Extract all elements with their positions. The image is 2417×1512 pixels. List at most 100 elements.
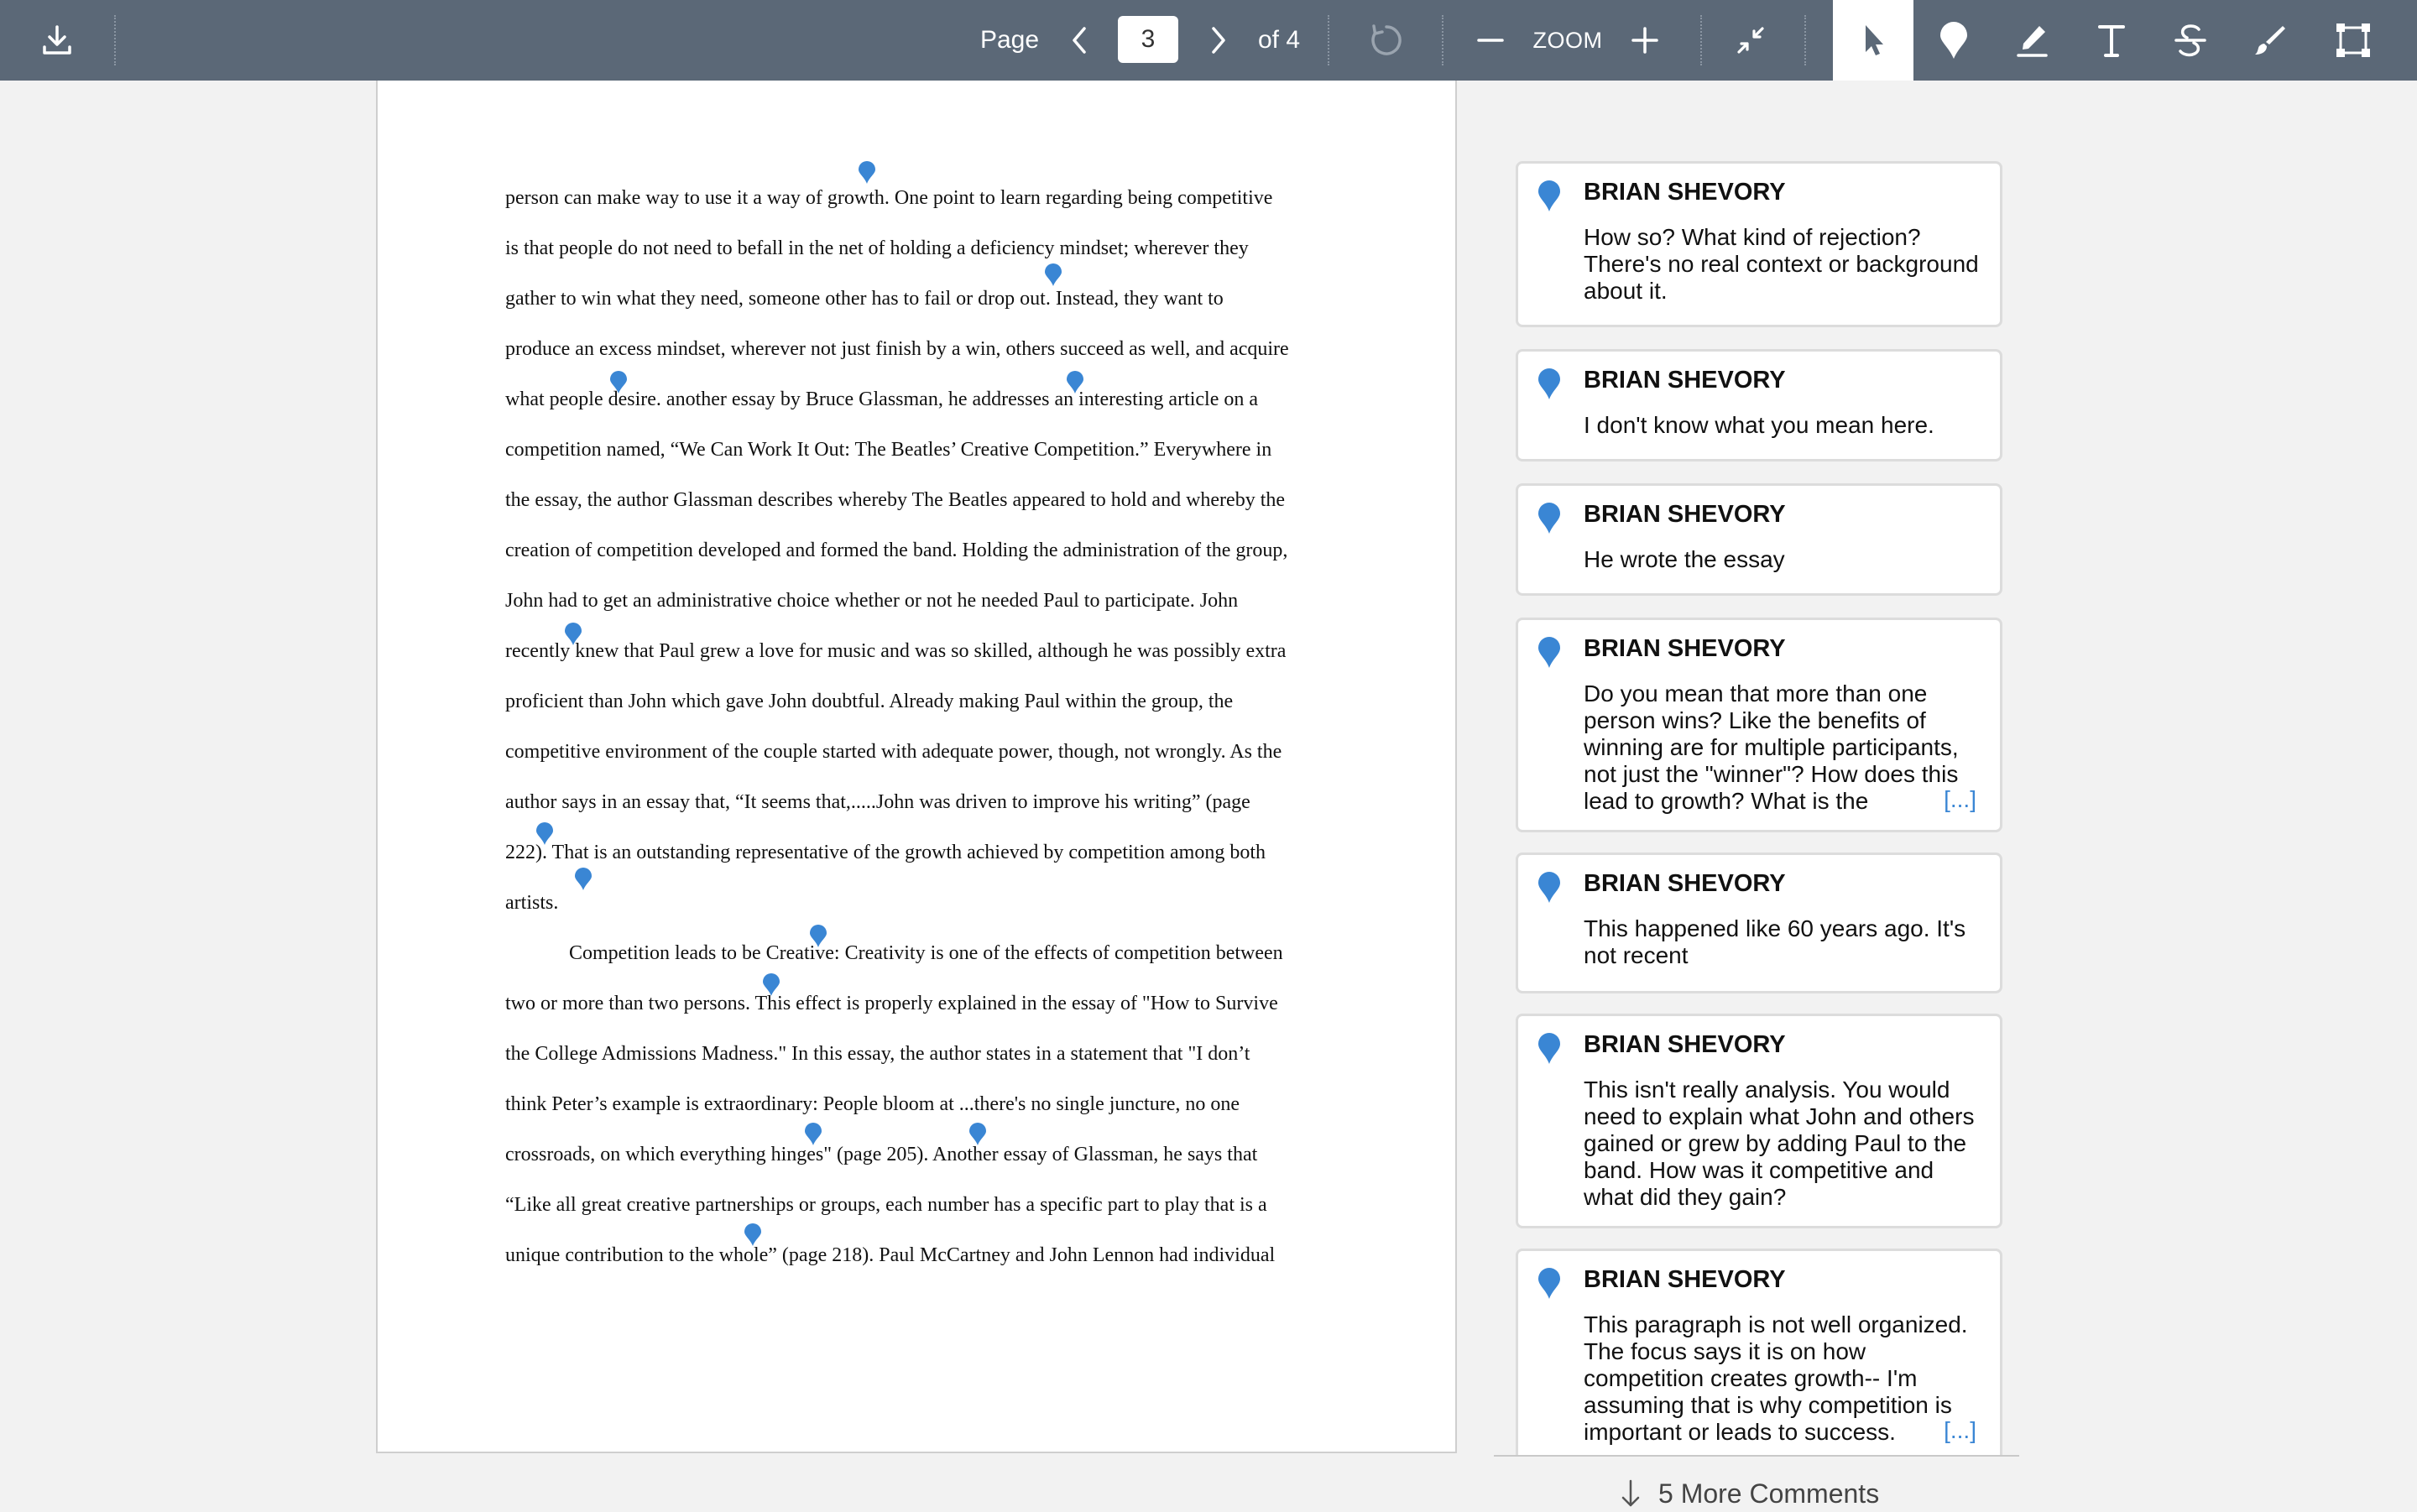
zoom-in-icon xyxy=(1631,27,1658,54)
annotation-pin-icon[interactable] xyxy=(1066,371,1084,394)
comment-author: BRIAN SHEVORY xyxy=(1584,179,1786,206)
strikethrough-tool-button[interactable] xyxy=(2152,0,2229,81)
annotation-pin-icon[interactable] xyxy=(968,1123,987,1146)
comment-author: BRIAN SHEVORY xyxy=(1584,635,1786,662)
comments-panel: BRIAN SHEVORY How so? What kind of rejec… xyxy=(1494,81,2031,1455)
comment-pin-icon xyxy=(1538,1268,1560,1299)
toolbar-divider xyxy=(1442,15,1443,65)
toolbar-divider xyxy=(1700,15,1702,65)
pointer-icon xyxy=(1866,25,1883,55)
comment-card[interactable]: BRIAN SHEVORY How so? What kind of rejec… xyxy=(1516,161,2002,327)
document-line: recently knew that Paul grew a love for … xyxy=(505,640,1287,662)
pin-icon xyxy=(1940,22,1967,59)
expand-comment-link[interactable]: [...] xyxy=(1939,1417,1976,1444)
document-line: produce an excess mindset, wherever not … xyxy=(505,338,1289,360)
document-line: proficient than John which gave John dou… xyxy=(505,691,1234,712)
strikethrough-icon xyxy=(2174,24,2206,57)
zoom-out-button[interactable] xyxy=(1472,0,1509,81)
comment-card[interactable]: BRIAN SHEVORY He wrote the essay xyxy=(1516,483,2002,596)
comment-card[interactable]: BRIAN SHEVORY This happened like 60 year… xyxy=(1516,852,2002,993)
page-label: Page xyxy=(974,0,1046,81)
chevron-left-icon xyxy=(1073,27,1086,54)
document-line: 222). That is an outstanding representat… xyxy=(505,842,1266,863)
comment-pin-icon xyxy=(1538,368,1560,399)
comment-text: How so? What kind of rejection? There's … xyxy=(1584,224,1979,304)
document-line: think Peter’s example is extraordinary: … xyxy=(505,1093,1240,1115)
next-page-button[interactable] xyxy=(1198,0,1239,81)
total-pages: of 4 xyxy=(1252,0,1306,81)
page-number-input[interactable] xyxy=(1118,16,1178,63)
annotation-pin-icon[interactable] xyxy=(762,973,780,997)
comment-card[interactable]: BRIAN SHEVORY I don't know what you mean… xyxy=(1516,349,2002,461)
annotation-pin-icon[interactable] xyxy=(1044,263,1062,287)
highlight-tool-button[interactable] xyxy=(1994,0,2071,81)
zoom-in-button[interactable] xyxy=(1626,0,1663,81)
select-tool-button[interactable] xyxy=(1833,0,1913,81)
zoom-label-text: ZOOM xyxy=(1532,27,1603,53)
toolbar-divider xyxy=(1328,15,1329,65)
zoom-label: ZOOM xyxy=(1526,0,1610,81)
document-line: unique contribution to the whole” (page … xyxy=(505,1244,1276,1266)
comment-pin-icon xyxy=(1538,503,1560,534)
annotation-pin-icon[interactable] xyxy=(858,161,876,185)
document-line: gather to win what they need, someone ot… xyxy=(505,288,1224,310)
annotation-pin-icon[interactable] xyxy=(574,868,593,891)
chevron-right-icon xyxy=(1212,27,1225,54)
pin-comment-tool-button[interactable] xyxy=(1915,0,1992,81)
more-comments-label: 5 More Comments xyxy=(1658,1478,1880,1509)
total-pages-text: of 4 xyxy=(1257,26,1301,54)
annotation-pin-icon[interactable] xyxy=(809,925,827,948)
document-page[interactable]: person can make way to use it a way of g… xyxy=(376,81,1457,1453)
rotate-button[interactable] xyxy=(1363,0,1410,81)
comment-card[interactable]: BRIAN SHEVORY Do you mean that more than… xyxy=(1516,618,2002,832)
comment-pin-icon xyxy=(1538,180,1560,211)
comment-author: BRIAN SHEVORY xyxy=(1584,1266,1786,1293)
comment-text: I don't know what you mean here. xyxy=(1584,412,1934,438)
comment-text: He wrote the essay xyxy=(1584,546,1785,572)
comment-text: This isn't really analysis. You would ne… xyxy=(1584,1077,1975,1210)
annotation-pin-icon[interactable] xyxy=(564,623,582,646)
drawing-tool-button[interactable] xyxy=(2231,0,2308,81)
rotate-icon xyxy=(1371,24,1402,55)
document-line: “Like all great creative partnerships or… xyxy=(505,1194,1267,1216)
download-icon xyxy=(43,25,71,55)
toolbar-divider xyxy=(1804,15,1806,65)
document-line: what people desire. another essay by Bru… xyxy=(505,388,1259,410)
document-line: artists. xyxy=(505,892,559,914)
comment-pin-icon xyxy=(1538,637,1560,668)
document-line: competition named, “We Can Work It Out: … xyxy=(505,439,1272,461)
document-line: is that people do not need to befall in … xyxy=(505,237,1249,259)
document-line: creation of competition developed and fo… xyxy=(505,540,1288,561)
document-line: author says in an essay that, “It seems … xyxy=(505,791,1250,813)
zoom-out-icon xyxy=(1477,39,1504,42)
comment-text: Do you mean that more than one person wi… xyxy=(1584,680,1959,814)
toolbar-divider xyxy=(114,15,116,65)
collapse-icon xyxy=(1737,27,1764,54)
annotation-pin-icon[interactable] xyxy=(609,371,628,394)
comment-text: This paragraph is not well organized. Th… xyxy=(1584,1311,1968,1445)
text-icon xyxy=(2098,25,2125,57)
fit-page-button[interactable] xyxy=(1729,0,1772,81)
text-tool-button[interactable] xyxy=(2073,0,2150,81)
page-label-text: Page xyxy=(979,26,1040,54)
more-comments-button[interactable]: 5 More Comments xyxy=(1620,1475,1879,1512)
document-line: two or more than two persons. This effec… xyxy=(505,993,1278,1014)
comment-author: BRIAN SHEVORY xyxy=(1584,1031,1786,1058)
area-select-tool-button[interactable] xyxy=(2310,0,2397,81)
annotation-pin-icon[interactable] xyxy=(535,822,554,846)
previous-page-button[interactable] xyxy=(1059,0,1099,81)
document-line: crossroads, on which everything hinges" … xyxy=(505,1144,1258,1165)
arrow-down-icon xyxy=(1621,1479,1640,1507)
brush-icon xyxy=(2255,26,2285,55)
area-select-icon xyxy=(2336,23,2370,57)
document-line: the College Admissions Madness." In this… xyxy=(505,1043,1250,1065)
toolbar: Page of 4 ZOOM xyxy=(0,0,2417,81)
download-button[interactable] xyxy=(30,0,84,81)
annotation-pin-icon[interactable] xyxy=(804,1123,822,1146)
annotation-pin-icon[interactable] xyxy=(744,1223,762,1247)
comment-card[interactable]: BRIAN SHEVORY This isn't really analysis… xyxy=(1516,1014,2002,1228)
comment-card[interactable]: BRIAN SHEVORY This paragraph is not well… xyxy=(1516,1249,2002,1455)
document-text: person can make way to use it a way of g… xyxy=(505,173,1344,1280)
expand-comment-link[interactable]: [...] xyxy=(1939,786,1976,813)
document-line: competitive environment of the couple st… xyxy=(505,741,1282,763)
